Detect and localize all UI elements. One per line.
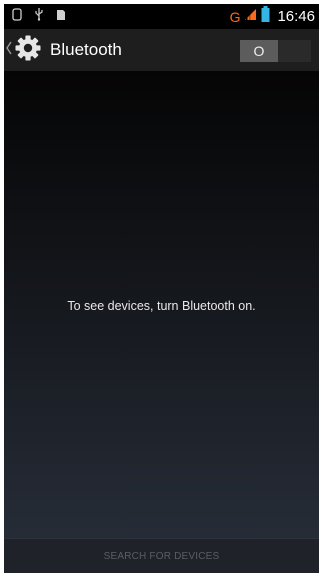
empty-state-message: To see devices, turn Bluetooth on. [67, 299, 256, 313]
screenshot-icon [12, 7, 22, 26]
chevron-left-icon [6, 41, 12, 60]
status-bar: G 16:46 [4, 4, 319, 29]
usb-icon [34, 7, 44, 26]
bottom-bar: SEARCH FOR DEVICES [4, 538, 319, 573]
bluetooth-toggle[interactable]: O [240, 40, 311, 62]
battery-icon [261, 6, 270, 27]
network-type-label: G [229, 8, 241, 25]
signal-icon [244, 8, 257, 26]
sd-card-icon [56, 8, 66, 26]
toggle-thumb: O [240, 40, 278, 62]
action-bar: Bluetooth O [4, 29, 319, 71]
device-list-area: To see devices, turn Bluetooth on. [4, 71, 319, 538]
system-icons: G 16:46 [229, 6, 315, 27]
phone-screen: G 16:46 Bluetooth O To see devices, turn… [4, 4, 319, 573]
clock: 16:46 [277, 8, 315, 25]
page-title: Bluetooth [50, 40, 122, 59]
notification-icons [12, 7, 66, 26]
search-for-devices-button[interactable]: SEARCH FOR DEVICES [4, 539, 319, 573]
up-navigation[interactable] [6, 29, 42, 71]
settings-gear-icon [14, 34, 42, 67]
